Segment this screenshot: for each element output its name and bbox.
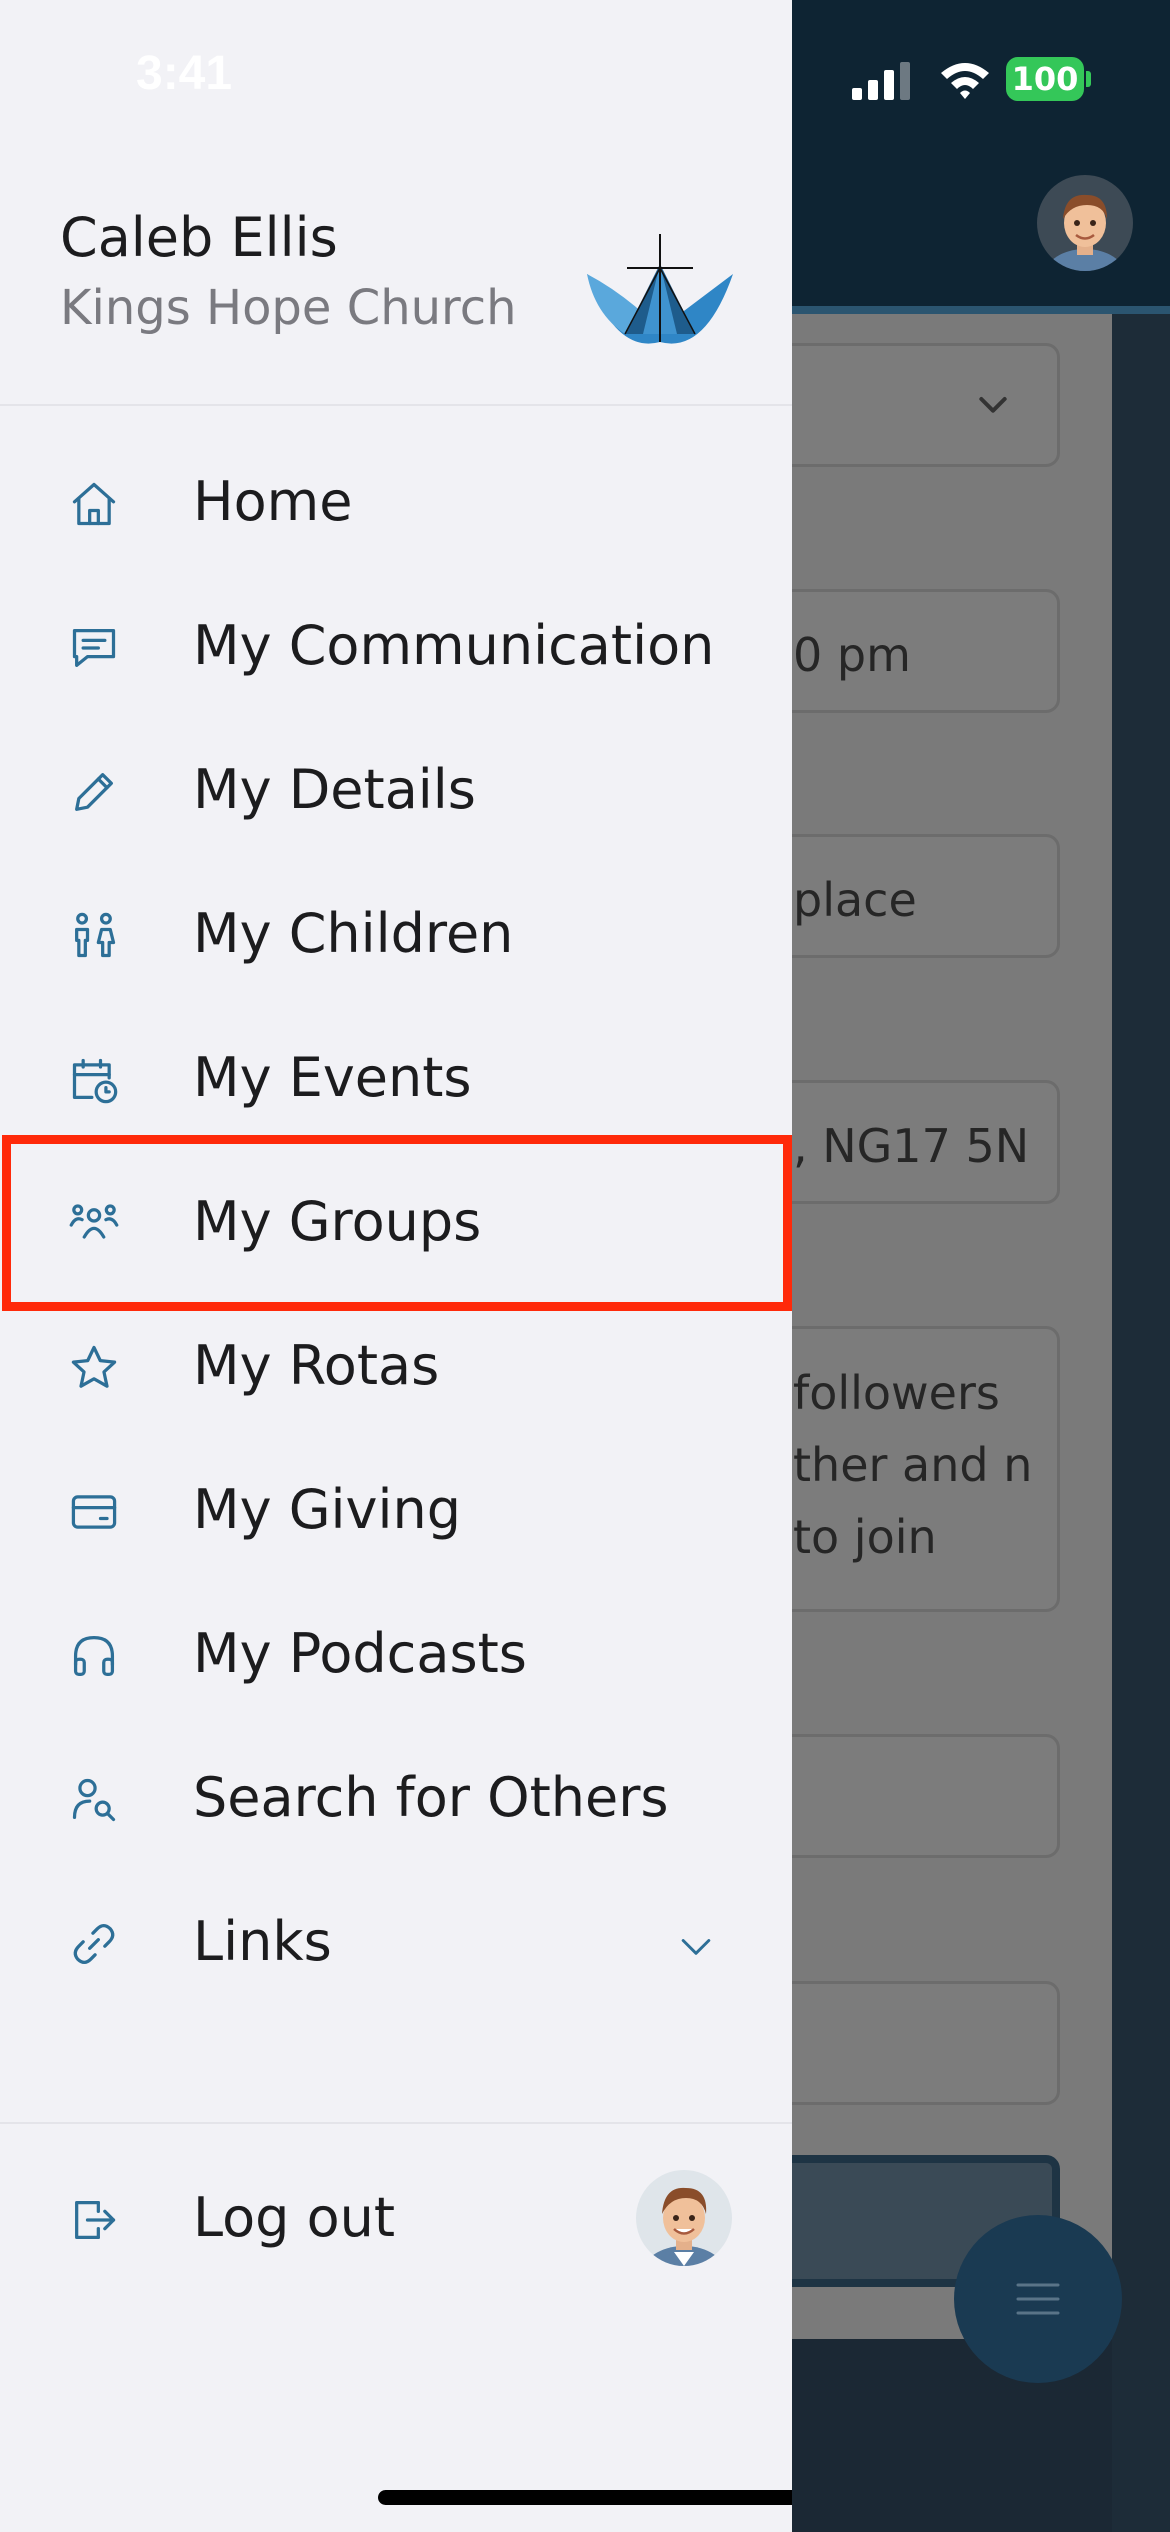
card-icon bbox=[71, 1495, 117, 1529]
wifi-icon bbox=[941, 63, 989, 99]
battery-nub bbox=[1086, 71, 1091, 87]
profile-church: Kings Hope Church bbox=[60, 280, 517, 336]
menu-item-label: Home bbox=[193, 470, 353, 533]
background-field-text: 0 pm bbox=[793, 628, 911, 682]
navigation-drawer: 3:41 Caleb Ellis Kings Hope Church Home bbox=[0, 0, 792, 2532]
header-avatar[interactable] bbox=[1037, 175, 1133, 271]
chevron-down-icon[interactable] bbox=[674, 1924, 718, 1968]
menu-item-my-details[interactable]: My Details bbox=[0, 718, 792, 862]
menu-icon bbox=[1016, 2283, 1060, 2315]
cellular-signal-icon bbox=[852, 62, 910, 100]
group-icon bbox=[69, 1204, 119, 1239]
status-icons bbox=[850, 55, 992, 105]
menu-item-search-for-others[interactable]: Search for Others bbox=[0, 1726, 792, 1870]
menu-item-my-groups[interactable]: My Groups bbox=[0, 1150, 792, 1294]
menu-item-my-giving[interactable]: My Giving bbox=[0, 1438, 792, 1582]
status-time: 3:41 bbox=[136, 47, 233, 100]
menu-item-label: My Podcasts bbox=[193, 1622, 527, 1685]
menu-item-label: My Giving bbox=[193, 1478, 462, 1541]
children-icon bbox=[75, 912, 116, 958]
star-icon bbox=[71, 1345, 117, 1388]
link-icon bbox=[73, 1923, 115, 1965]
menu-fab-button[interactable] bbox=[954, 2215, 1122, 2383]
avatar bbox=[636, 2170, 732, 2266]
menu-item-label: Links bbox=[193, 1910, 332, 1973]
menu-item-home[interactable]: Home bbox=[0, 430, 792, 574]
menu-item-label: My Groups bbox=[193, 1190, 482, 1253]
menu-item-my-rotas[interactable]: My Rotas bbox=[0, 1294, 792, 1438]
background-field-text: , NG17 5N bbox=[793, 1119, 1030, 1173]
menu-item-my-communication[interactable]: My Communication bbox=[0, 574, 792, 718]
header-divider bbox=[0, 404, 792, 406]
menu-item-my-events[interactable]: My Events bbox=[0, 1006, 792, 1150]
screen: 0 pm place , NG17 5N followers ther and … bbox=[0, 0, 1170, 2532]
menu-item-label: My Communication bbox=[193, 614, 715, 677]
person-search-icon bbox=[72, 1778, 116, 1822]
menu-item-label: My Details bbox=[193, 758, 476, 821]
chevron-down-icon bbox=[979, 397, 1007, 413]
menu-item-my-podcasts[interactable]: My Podcasts bbox=[0, 1582, 792, 1726]
menu-item-label: Search for Others bbox=[193, 1766, 669, 1829]
menu-item-label: My Events bbox=[193, 1046, 472, 1109]
chat-icon bbox=[72, 629, 116, 667]
menu-item-links[interactable]: Links bbox=[0, 1870, 792, 2014]
church-logo-icon bbox=[587, 234, 733, 344]
logout-icon bbox=[75, 2201, 116, 2239]
menu-item-my-children[interactable]: My Children bbox=[0, 862, 792, 1006]
battery-indicator: 100 bbox=[1006, 57, 1084, 101]
home-indicator bbox=[378, 2490, 792, 2505]
headphones-icon bbox=[73, 1635, 115, 1677]
background-field-text: place bbox=[793, 873, 917, 927]
menu-item-label: My Rotas bbox=[193, 1334, 440, 1397]
calendar-clock-icon bbox=[72, 1058, 118, 1104]
menu-item-label: My Children bbox=[193, 902, 514, 965]
pencil-icon bbox=[75, 773, 113, 811]
battery-level: 100 bbox=[1011, 60, 1079, 98]
logout-label: Log out bbox=[193, 2186, 396, 2249]
home-icon bbox=[72, 482, 116, 526]
background-field-text: followers ther and n to join bbox=[793, 1366, 1033, 1564]
profile-name: Caleb Ellis bbox=[60, 206, 338, 269]
background-right-strip bbox=[1112, 314, 1170, 2532]
footer-divider bbox=[0, 2122, 792, 2124]
